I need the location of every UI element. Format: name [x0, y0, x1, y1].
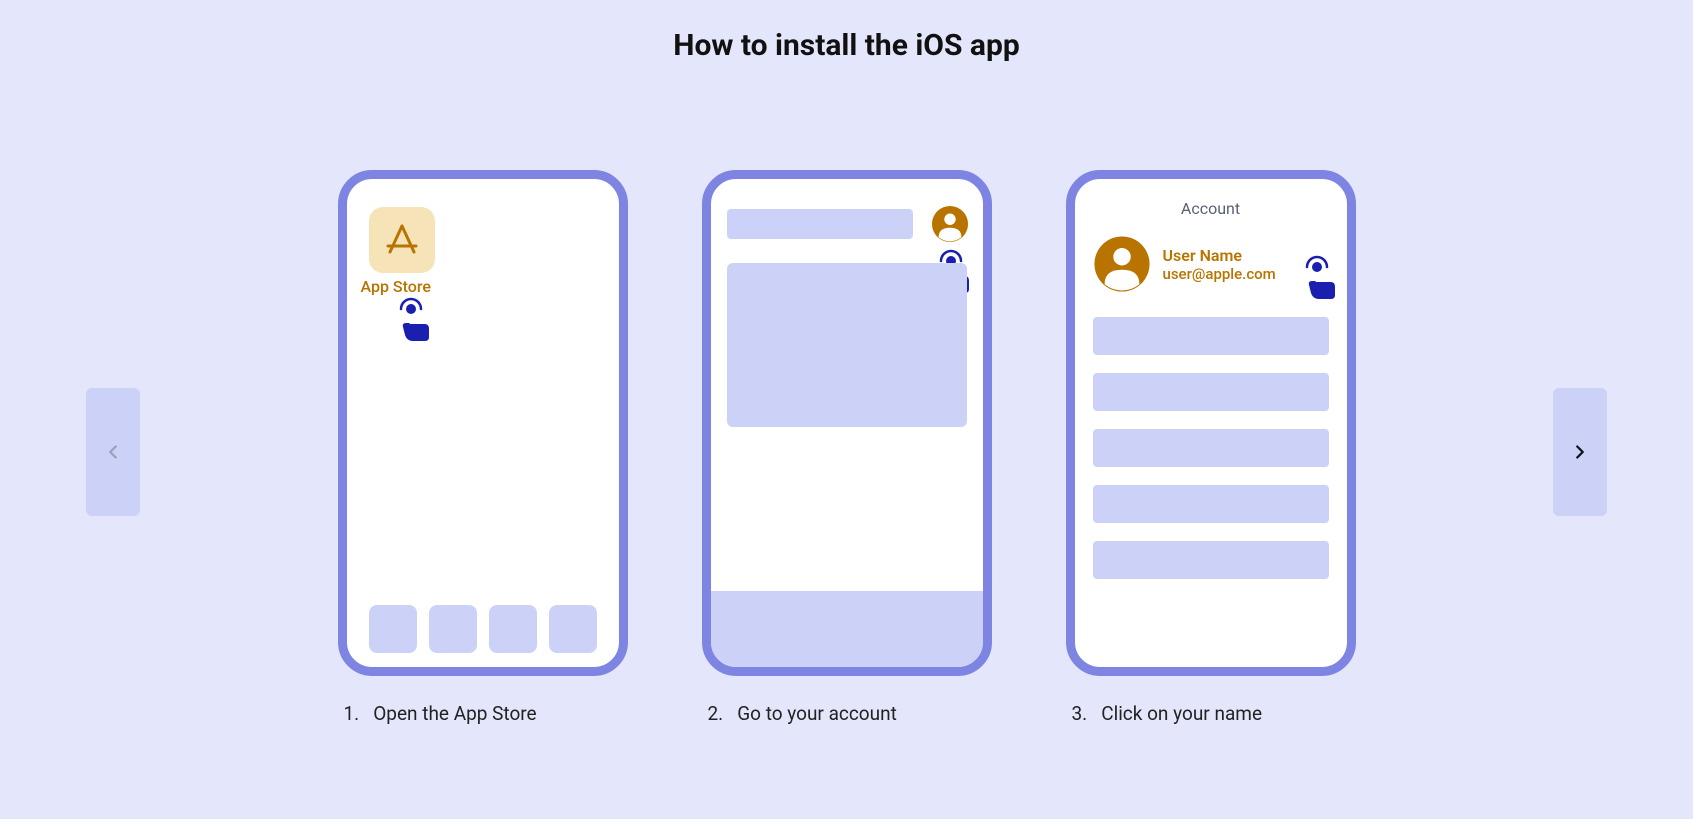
- phone-mock-2: [702, 170, 992, 676]
- chevron-right-icon: [1569, 441, 1591, 463]
- user-name: User Name: [1163, 246, 1276, 265]
- account-header: Account: [1075, 199, 1347, 218]
- appstore-app-icon: [369, 207, 435, 273]
- carousel-next-button[interactable]: [1553, 388, 1607, 516]
- step-number: 3.: [1072, 702, 1088, 725]
- user-avatar: [1093, 235, 1151, 293]
- steps-row: App Store: [338, 170, 1356, 725]
- tap-gesture-icon: [1301, 255, 1341, 301]
- list-item: [1093, 485, 1329, 523]
- step-caption: 3. Click on your name: [1066, 702, 1356, 725]
- list-item: [1093, 317, 1329, 355]
- chevron-left-icon: [102, 441, 124, 463]
- dock-item: [429, 605, 477, 653]
- step-label: Go to your account: [737, 702, 897, 725]
- step-caption: 1. Open the App Store: [338, 702, 628, 725]
- dock-item: [549, 605, 597, 653]
- carousel: App Store: [0, 0, 1693, 819]
- step-1: App Store: [338, 170, 628, 725]
- step-label: Click on your name: [1101, 702, 1262, 725]
- settings-list: [1093, 317, 1329, 579]
- bottom-bar-placeholder: [711, 591, 983, 667]
- step-caption: 2. Go to your account: [702, 702, 992, 725]
- list-item: [1093, 373, 1329, 411]
- phone-dock: [347, 605, 619, 653]
- step-number: 2.: [708, 702, 724, 725]
- dock-item: [489, 605, 537, 653]
- dock-item: [369, 605, 417, 653]
- step-3: Account User Name user@apple.com: [1066, 170, 1356, 725]
- appstore-logo-icon: [382, 220, 422, 260]
- featured-card-placeholder: [727, 263, 967, 427]
- search-bar-placeholder: [727, 209, 913, 239]
- step-number: 1.: [344, 702, 360, 725]
- user-circle-icon: [931, 205, 969, 243]
- user-row: User Name user@apple.com: [1093, 235, 1276, 293]
- appstore-app-label: App Store: [361, 277, 431, 296]
- account-avatar: [931, 205, 969, 243]
- carousel-prev-button[interactable]: [86, 388, 140, 516]
- step-label: Open the App Store: [373, 702, 536, 725]
- phone-mock-1: App Store: [338, 170, 628, 676]
- user-text: User Name user@apple.com: [1163, 246, 1276, 283]
- user-email: user@apple.com: [1163, 265, 1276, 283]
- step-2: 2. Go to your account: [702, 170, 992, 725]
- list-item: [1093, 429, 1329, 467]
- user-circle-icon: [1093, 235, 1151, 293]
- tap-gesture-icon: [395, 297, 435, 343]
- phone-mock-3: Account User Name user@apple.com: [1066, 170, 1356, 676]
- list-item: [1093, 541, 1329, 579]
